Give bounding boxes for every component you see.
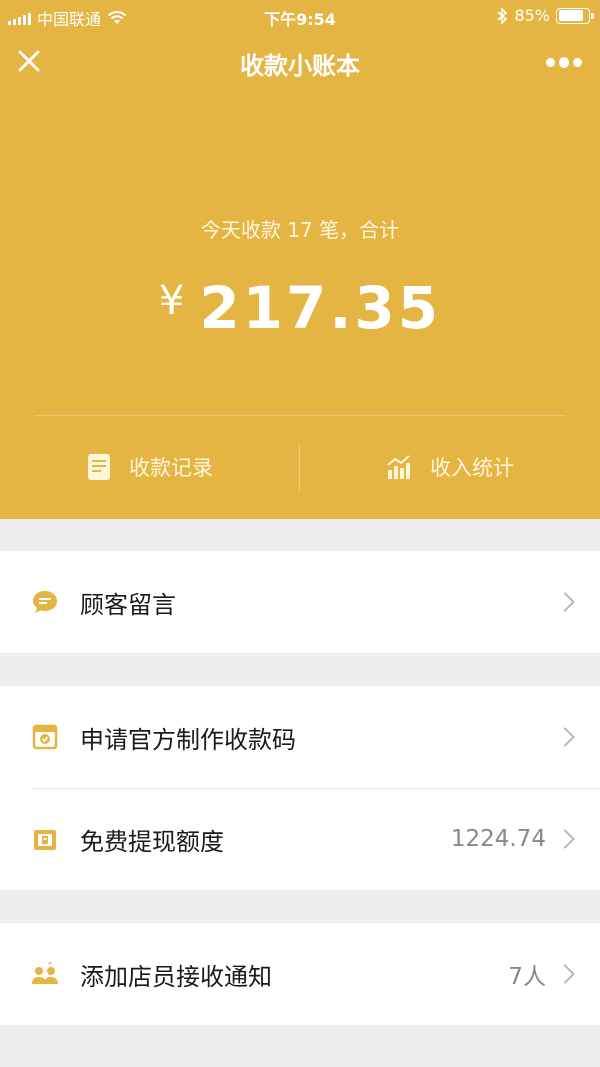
chevron-right-icon bbox=[555, 829, 575, 849]
navbar: 收款小账本 bbox=[0, 36, 600, 88]
records-label: 收款记录 bbox=[129, 456, 213, 480]
stats-label: 收入统计 bbox=[430, 456, 514, 480]
receipt-icon bbox=[88, 454, 110, 480]
staff-notify-row[interactable]: 添加店员接收通知 7人 bbox=[0, 923, 600, 1025]
more-dot bbox=[546, 57, 555, 67]
amount-value: 217.35 bbox=[199, 274, 442, 342]
more-dot bbox=[573, 57, 582, 67]
message-section: 顾客留言 bbox=[0, 551, 600, 653]
more-button[interactable] bbox=[546, 50, 582, 74]
chart-icon bbox=[387, 455, 410, 479]
header-actions: 收款记录 收入统计 bbox=[0, 442, 600, 492]
free-withdraw-label: 免费提现额度 bbox=[80, 827, 224, 856]
qr-card-icon bbox=[30, 722, 60, 752]
chat-bubble-icon bbox=[30, 587, 60, 617]
apply-code-label: 申请官方制作收款码 bbox=[80, 725, 296, 754]
status-bar: 中国联通 下午9:54 85% bbox=[0, 0, 600, 32]
staff-count: 7人 bbox=[508, 964, 546, 990]
customer-message-row[interactable]: 顾客留言 bbox=[0, 551, 600, 653]
staff-notify-label: 添加店员接收通知 bbox=[80, 962, 272, 991]
currency-symbol: ¥ bbox=[158, 278, 188, 324]
chevron-right-icon bbox=[555, 592, 575, 612]
today-summary-text: 今天收款 17 笔，合计 bbox=[200, 218, 400, 242]
page-title: 收款小账本 bbox=[240, 52, 360, 80]
battery-fill bbox=[558, 10, 584, 21]
free-withdraw-value: 1224.74 bbox=[450, 826, 546, 852]
header-divider bbox=[34, 415, 566, 416]
bluetooth-icon bbox=[497, 7, 508, 24]
total-amount: ¥217.35 bbox=[0, 274, 600, 342]
withdraw-icon bbox=[30, 824, 60, 854]
stats-button[interactable]: 收入统计 bbox=[300, 442, 600, 492]
free-withdraw-row[interactable]: 免费提现额度 1224.74 bbox=[0, 788, 600, 890]
records-button[interactable]: 收款记录 bbox=[0, 442, 300, 492]
staff-section: 添加店员接收通知 7人 bbox=[0, 923, 600, 1025]
battery-icon bbox=[556, 7, 594, 24]
staff-icon bbox=[30, 959, 60, 989]
payment-code-section: 申请官方制作收款码 免费提现额度 1224.74 bbox=[0, 686, 600, 890]
chevron-right-icon bbox=[555, 964, 575, 984]
more-dot bbox=[558, 56, 570, 68]
status-right: 85% bbox=[496, 6, 594, 25]
apply-code-row[interactable]: 申请官方制作收款码 bbox=[0, 686, 600, 788]
battery-percent: 85% bbox=[514, 6, 550, 25]
summary-header: 中国联通 下午9:54 85% 收款小账本 今天收款 17 笔，合计 ¥ 217… bbox=[0, 0, 600, 519]
chevron-right-icon bbox=[555, 727, 575, 747]
customer-message-label: 顾客留言 bbox=[80, 590, 176, 619]
